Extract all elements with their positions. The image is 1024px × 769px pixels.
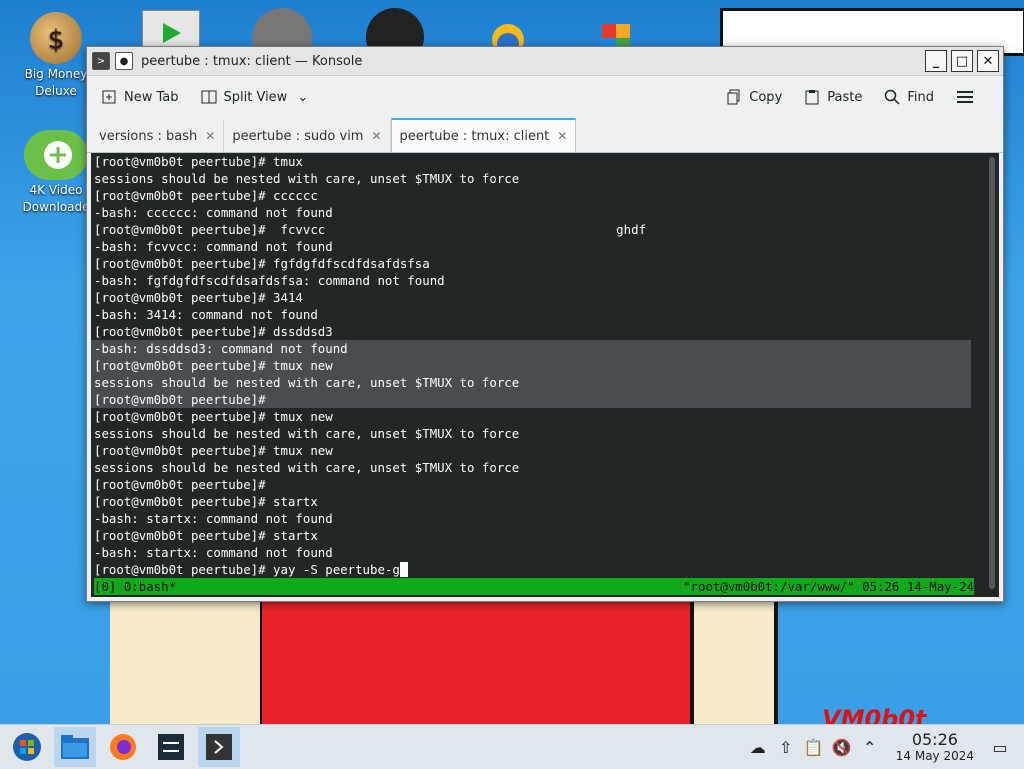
close-tab-icon[interactable]: ✕ (371, 129, 381, 143)
terminal-line: sessions should be nested with care, uns… (94, 171, 520, 186)
start-menu-button[interactable] (6, 727, 48, 767)
terminal-cursor (399, 562, 408, 577)
tab-peertube-tmux-client[interactable]: peertube : tmux: client ✕ (390, 118, 577, 152)
taskbar: ☁ ⇧ 📋 🔇 ⌃ 05:26 14 May 2024 ▭ (0, 724, 1024, 769)
terminal-icon (206, 734, 232, 760)
terminal-line: -bash: fgfdgfdfscdfdsafdsfsa: command no… (94, 273, 445, 288)
terminal-line: -bash: startx: command not found (94, 545, 333, 560)
search-icon (885, 89, 900, 105)
tab-label: peertube : sudo vim (232, 128, 364, 144)
volume-muted-icon[interactable]: 🔇 (828, 738, 856, 757)
show-desktop-icon[interactable]: ▭ (986, 738, 1014, 757)
terminal-line: [root@vm0b0t peertube]# yay -S peertube-… (94, 561, 646, 578)
taskbar-file-manager[interactable] (54, 727, 96, 767)
terminal-line: [root@vm0b0t peertube]# startx (94, 528, 318, 543)
window-title: peertube : tmux: client — Konsole (141, 53, 363, 69)
terminal-line: -bash: dssddsd3: command not found (94, 341, 348, 356)
terminal-line: [root@vm0b0t peertube]# tmux new (94, 443, 333, 458)
clock-date: 14 May 2024 (895, 748, 974, 763)
terminal-line: [root@vm0b0t peertube]# tmux new (94, 409, 333, 424)
konsole-window[interactable]: > ● peertube : tmux: client — Konsole _ … (86, 46, 1004, 602)
terminal-scrollbar[interactable] (989, 157, 995, 589)
firefox-icon (110, 734, 136, 760)
paste-icon (805, 90, 819, 105)
clipboard-icon[interactable]: 📋 (800, 738, 828, 757)
terminal-line: [root@vm0b0t peertube]# (94, 392, 266, 407)
clock[interactable]: 05:26 14 May 2024 (895, 729, 974, 764)
copy-label: Copy (749, 89, 783, 105)
svg-text:$: $ (48, 25, 65, 55)
terminal-line: [root@vm0b0t peertube]# 3414 (94, 290, 303, 305)
terminal-line: -bash: fcvvcc: command not found (94, 239, 333, 254)
sun-globe-icon[interactable] (478, 10, 534, 56)
terminal-line: sessions should be nested with care, uns… (94, 426, 520, 441)
split-view-label: Split View (223, 89, 288, 105)
tab-versions-bash[interactable]: versions : bash ✕ (91, 120, 225, 152)
window-titlebar[interactable]: > ● peertube : tmux: client — Konsole _ … (87, 47, 1003, 76)
terminal-line: -bash: 3414: command not found (94, 307, 318, 322)
taskbar-settings[interactable] (150, 727, 192, 767)
minimize-button[interactable]: _ (925, 50, 947, 72)
folder-icon (61, 735, 89, 759)
terminal-line: sessions should be nested with care, uns… (94, 375, 520, 390)
close-tab-icon[interactable]: ✕ (205, 129, 215, 143)
copy-button[interactable]: Copy (726, 89, 782, 105)
toolbar: New Tab Split View ⌄ Copy Paste Find (87, 76, 1003, 118)
clock-time: 05:26 (911, 729, 958, 749)
chevron-up-icon[interactable]: ⌃ (856, 738, 884, 757)
tmux-status-left: [0] 0:bash* (94, 579, 177, 594)
wallpaper-text: VM0b0t (822, 705, 927, 724)
chevron-down-icon: ⌄ (297, 89, 309, 105)
new-tab-icon (102, 90, 116, 104)
terminal-output: [root@vm0b0t peertube]# tmux sessions sho… (94, 153, 646, 578)
start-orb-icon (13, 733, 41, 761)
close-tab-icon[interactable]: ✕ (557, 129, 567, 143)
terminal-line: [root@vm0b0t peertube]# dssddsd3 (94, 324, 333, 339)
tmux-status-bar: [0] 0:bash* "root@vm0b0t:/var/www/" 05:2… (94, 578, 974, 595)
terminal-line: [root@vm0b0t peertube]# tmux (94, 154, 303, 169)
money-bag-icon: $ (30, 12, 82, 64)
split-view-icon (201, 90, 216, 104)
copy-icon (727, 89, 740, 105)
tab-label: peertube : tmux: client (399, 128, 550, 144)
split-view-button[interactable]: Split View ⌄ (201, 89, 309, 105)
find-button[interactable]: Find (884, 89, 934, 105)
taskbar-konsole[interactable] (198, 727, 240, 767)
terminal-view[interactable]: [root@vm0b0t peertube]# tmux sessions sho… (91, 153, 999, 597)
cloud-upload-icon[interactable]: ☁ (744, 738, 772, 757)
terminal-line: [root@vm0b0t peertube]# fcvvcc ghdf (94, 222, 647, 237)
terminal-line: [root@vm0b0t peertube]# (94, 477, 266, 492)
terminal-line: -bash: startx: command not found (94, 511, 333, 526)
tab-peertube-sudo-vim[interactable]: peertube : sudo vim ✕ (224, 120, 391, 152)
close-button[interactable]: ✕ (977, 50, 999, 72)
hamburger-menu-icon (957, 91, 973, 103)
tab-label: versions : bash (99, 128, 198, 144)
office-icon[interactable] (598, 10, 638, 50)
new-tab-label: New Tab (124, 89, 179, 105)
cloud-plus-icon (24, 130, 88, 180)
settings-sliders-icon (158, 734, 184, 760)
tmux-status-right: "root@vm0b0t:/var/www/" 05:26 14-May-24 (683, 579, 974, 594)
updates-icon[interactable]: ⇧ (772, 738, 800, 757)
terminal-line: [root@vm0b0t peertube]# fgfdgfdfscdfdsaf… (94, 256, 430, 271)
paste-label: Paste (827, 89, 863, 105)
window-menu-icon[interactable]: ● (115, 52, 133, 70)
maximize-button[interactable]: □ (951, 50, 973, 72)
system-tray: ☁ ⇧ 📋 🔇 ⌃ 05:26 14 May 2024 ▭ (744, 725, 1024, 769)
tab-bar: versions : bash ✕ peertube : sudo vim ✕ … (87, 118, 1003, 153)
terminal-app-icon: > (92, 52, 110, 70)
terminal-line: -bash: cccccc: command not found (94, 205, 333, 220)
hamburger-menu-button[interactable] (956, 89, 981, 105)
paste-button[interactable]: Paste (804, 89, 862, 105)
new-tab-button[interactable]: New Tab (101, 89, 179, 105)
find-label: Find (907, 89, 934, 105)
terminal-line: [root@vm0b0t peertube]# tmux new (94, 358, 333, 373)
terminal-line: [root@vm0b0t peertube]# startx (94, 494, 318, 509)
terminal-line: sessions should be nested with care, uns… (94, 460, 520, 475)
wallpaper-drawing-red (262, 590, 692, 724)
terminal-line: [root@vm0b0t peertube]# cccccc (94, 188, 318, 203)
taskbar-firefox[interactable] (102, 727, 144, 767)
